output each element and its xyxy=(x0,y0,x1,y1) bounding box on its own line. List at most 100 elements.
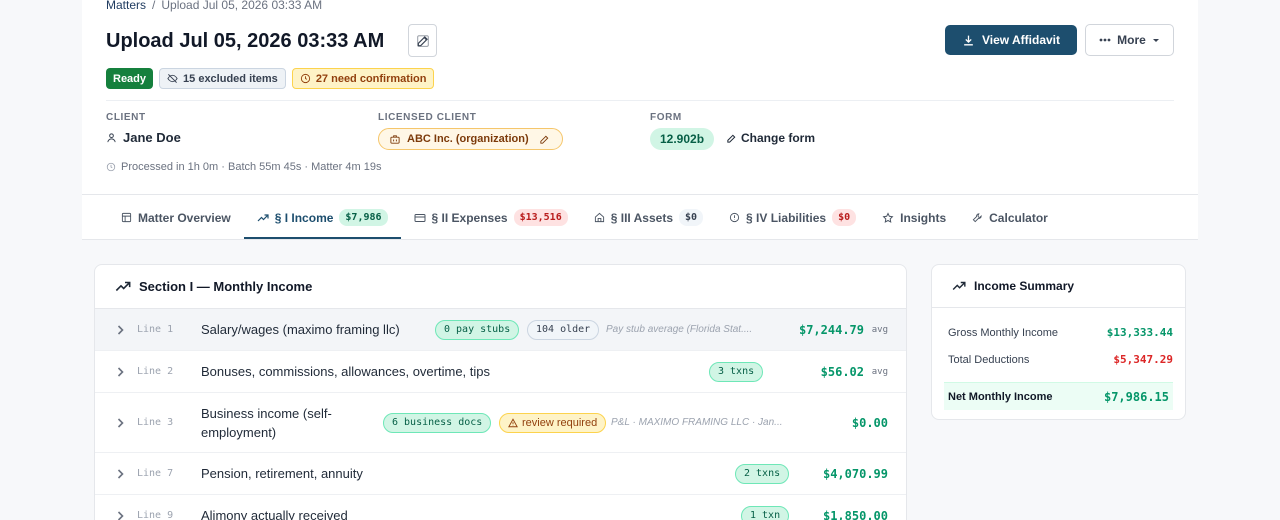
view-affidavit-label: View Affidavit xyxy=(981,33,1061,47)
older-items-chip[interactable]: 104 older xyxy=(527,319,600,340)
tab-expenses[interactable]: § II Expenses $13,516 xyxy=(401,196,581,239)
edit-licensed-client-icon[interactable] xyxy=(539,134,550,145)
tab-insights[interactable]: Insights xyxy=(869,196,959,239)
line-description: Alimony actually received xyxy=(201,508,348,520)
line-amount: $1,850.00 xyxy=(822,508,888,520)
timer-icon xyxy=(106,162,116,172)
tabs-divider xyxy=(82,194,1198,195)
wrench-icon xyxy=(972,212,983,223)
income-summary-card: Income Summary Gross Monthly Income $13,… xyxy=(931,264,1186,420)
status-badge: Ready xyxy=(106,68,154,89)
form-label: FORM xyxy=(650,112,682,123)
assets-total-badge: $0 xyxy=(679,209,704,226)
expenses-total-badge: $13,516 xyxy=(513,209,568,226)
income-total-badge: $7,986 xyxy=(339,209,388,226)
monthly-income-card: Section I — Monthly Income Line 1 Salary… xyxy=(94,264,907,520)
header-divider xyxy=(106,100,1174,101)
processing-times: Processed in 1h 0m · Batch 55m 45s · Mat… xyxy=(106,161,381,173)
line-number: Line 9 xyxy=(137,510,174,520)
excluded-items-label: 15 excluded items xyxy=(183,72,278,85)
review-required-label: review required xyxy=(522,416,598,429)
needs-confirmation-label: 27 need confirmation xyxy=(315,72,427,85)
chevron-right-icon[interactable] xyxy=(117,468,124,479)
line-description: Pension, retirement, annuity xyxy=(201,466,363,481)
view-affidavit-button[interactable]: View Affidavit xyxy=(945,25,1077,55)
trend-icon xyxy=(115,281,131,292)
download-icon xyxy=(962,34,975,47)
total-deductions-value: $5,347.29 xyxy=(1113,353,1173,366)
line-description: Salary/wages (maximo framing llc) xyxy=(201,322,400,337)
change-form-link[interactable]: Change form xyxy=(726,131,815,145)
star-icon xyxy=(882,211,894,224)
net-income-value: $7,986.15 xyxy=(1103,389,1169,404)
tab-liabilities[interactable]: § IV Liabilities $0 xyxy=(716,196,869,239)
form-badge: 12.902b xyxy=(650,128,715,150)
line-amount: $0.00 xyxy=(851,415,888,430)
line-amount: $4,070.99 xyxy=(822,466,888,481)
line-description: Business income (self-employment) xyxy=(201,405,332,440)
change-form-label: Change form xyxy=(741,131,816,145)
line-number: Line 2 xyxy=(137,366,174,377)
tab-label: § IV Liabilities xyxy=(746,210,827,225)
client-label: CLIENT xyxy=(106,112,146,123)
client-name: Jane Doe xyxy=(106,130,181,145)
line-amount: $7,244.79 xyxy=(798,322,864,337)
licensed-client-pill[interactable]: ABC Inc. (organization) xyxy=(378,128,563,150)
total-deductions-row: Total Deductions $5,347.29 xyxy=(948,353,1173,366)
income-row[interactable]: Line 9 Alimony actually received 1 txn $… xyxy=(95,495,906,520)
tab-income[interactable]: § I Income $7,986 xyxy=(243,196,401,239)
business-docs-chip[interactable]: 6 business docs xyxy=(383,412,492,433)
average-tag: avg xyxy=(871,366,888,377)
licensed-client-name: ABC Inc. (organization) xyxy=(407,133,529,145)
pencil-icon xyxy=(726,133,737,144)
processing-times-text: Processed in 1h 0m · Batch 55m 45s · Mat… xyxy=(121,161,382,173)
income-summary-title: Income Summary xyxy=(974,279,1075,293)
chevron-right-icon[interactable] xyxy=(117,324,124,335)
breadcrumb-matters-link[interactable]: Matters xyxy=(106,0,146,12)
average-tag: avg xyxy=(871,324,888,335)
tab-label: § I Income xyxy=(274,210,334,225)
income-row[interactable]: Line 2 Bonuses, commissions, allowances,… xyxy=(95,351,906,393)
more-menu-button[interactable]: More xyxy=(1085,24,1174,56)
tab-label: § II Expenses xyxy=(431,210,508,225)
tab-label: § III Assets xyxy=(610,210,673,225)
tab-calculator[interactable]: Calculator xyxy=(959,196,1061,239)
source-note: Pay stub average (Florida Stat.... xyxy=(606,324,753,335)
income-card-header: Section I — Monthly Income xyxy=(95,265,906,309)
gross-income-label: Gross Monthly Income xyxy=(948,326,1059,339)
transactions-chip[interactable]: 3 txns xyxy=(709,361,764,382)
overview-icon xyxy=(121,212,132,223)
tab-label: Calculator xyxy=(989,210,1048,225)
edit-title-button[interactable] xyxy=(408,24,437,57)
line-number: Line 1 xyxy=(137,324,174,335)
needs-confirmation-badge[interactable]: 27 need confirmation xyxy=(291,68,435,89)
eye-off-icon xyxy=(167,73,178,84)
liabilities-total-badge: $0 xyxy=(832,209,857,226)
income-row[interactable]: Line 7 Pension, retirement, annuity 2 tx… xyxy=(95,453,906,495)
ellipsis-icon xyxy=(1099,38,1111,42)
income-row[interactable]: Line 3 Business income (self-employment)… xyxy=(95,393,906,453)
edit-icon xyxy=(416,34,430,48)
net-income-label: Net Monthly Income xyxy=(948,390,1053,403)
line-description: Bonuses, commissions, allowances, overti… xyxy=(201,364,491,379)
tab-matter-overview[interactable]: Matter Overview xyxy=(108,196,244,239)
transactions-chip[interactable]: 1 txn xyxy=(741,505,790,520)
income-row[interactable]: Line 1 Salary/wages (maximo framing llc)… xyxy=(95,309,906,351)
caret-down-icon xyxy=(1152,38,1160,43)
tab-assets[interactable]: § III Assets $0 xyxy=(581,196,716,239)
trend-icon xyxy=(257,213,269,223)
review-required-chip[interactable]: review required xyxy=(499,412,607,433)
tab-label: Insights xyxy=(900,210,947,225)
chevron-right-icon[interactable] xyxy=(117,510,124,520)
chevron-right-icon[interactable] xyxy=(117,366,124,377)
home-icon xyxy=(594,212,605,223)
gross-income-row: Gross Monthly Income $13,333.44 xyxy=(948,326,1173,339)
client-name-text: Jane Doe xyxy=(123,130,181,145)
breadcrumb-separator: / xyxy=(152,0,156,12)
briefcase-icon xyxy=(389,134,401,145)
excluded-items-badge[interactable]: 15 excluded items xyxy=(159,68,286,89)
pay-stubs-chip[interactable]: 0 pay stubs xyxy=(435,319,520,340)
line-amount: $56.02 xyxy=(820,364,864,379)
transactions-chip[interactable]: 2 txns xyxy=(735,463,790,484)
chevron-right-icon[interactable] xyxy=(117,417,124,428)
